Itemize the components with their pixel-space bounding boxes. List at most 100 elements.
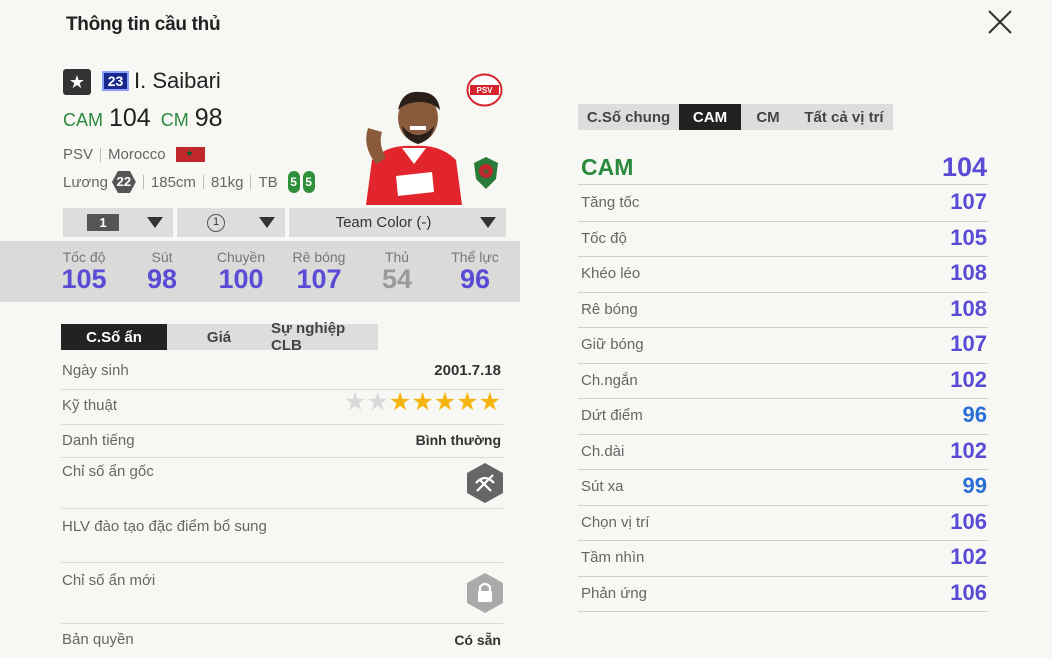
position-rating-row: CAM 104 — [578, 150, 988, 185]
stat-physical: Thể lực 96 — [451, 249, 499, 294]
grade-value: 1 — [207, 213, 225, 232]
new-traits-row: Chỉ số ẩn mới — [61, 563, 503, 624]
nation-name: Morocco — [108, 146, 166, 163]
player-portrait — [358, 88, 470, 205]
attribute-label: Tăng tốc — [581, 194, 640, 211]
tab-cam[interactable]: CAM — [679, 104, 741, 130]
salary-badge: 22 — [111, 171, 136, 193]
birthday-value: 2001.7.18 — [434, 362, 501, 379]
attribute-row: Sút xa 99 — [578, 470, 988, 506]
star-empty-icon: ★ — [344, 388, 367, 416]
page-title: Thông tin cầu thủ — [66, 14, 221, 35]
stat-pace: Tốc độ 105 — [61, 249, 107, 294]
stat-dribbling: Rê bóng 107 — [292, 249, 346, 294]
star-filled-icon: ★ — [478, 388, 501, 416]
divider — [202, 175, 204, 189]
attribute-label: Sút xa — [581, 478, 624, 495]
attribute-row: Tầm nhìn 102 — [578, 541, 988, 577]
attribute-label: Khéo léo — [581, 265, 641, 282]
tab-general-stats[interactable]: C.Số chung — [578, 104, 679, 130]
weak-foot-icon: 5 — [287, 171, 300, 193]
reputation-label: Danh tiếng — [62, 432, 135, 449]
tab-all-positions[interactable]: Tất cả vị trí — [795, 104, 893, 130]
attribute-row: Dứt điểm 96 — [578, 399, 988, 435]
psv-club-logo-icon: PSV — [466, 73, 503, 107]
attribute-value: 96 — [962, 402, 987, 427]
attribute-value: 108 — [950, 260, 987, 285]
tab-club-career[interactable]: Sự nghiệp CLB — [271, 320, 378, 354]
attribute-value: 102 — [950, 544, 987, 569]
skill-row: Kỹ thuật ★★★★★★★ — [61, 387, 503, 425]
divider — [142, 175, 144, 189]
attribute-value: 106 — [950, 508, 987, 534]
reputation-value: Bình thường — [415, 432, 501, 448]
attribute-row: Phản ứng 106 — [578, 577, 988, 612]
attribute-value: 99 — [962, 473, 987, 498]
position-value: 98 — [194, 104, 223, 132]
attribute-label: Tầm nhìn — [581, 549, 645, 566]
attribute-row: Ch.ngắn 102 — [578, 364, 988, 399]
license-value: Có sẵn — [454, 632, 501, 648]
reputation-row: Danh tiếng Bình thường — [61, 425, 503, 458]
weight: 81kg — [210, 173, 244, 191]
attribute-value: 108 — [950, 295, 987, 321]
position-code: CAM — [63, 110, 103, 130]
club-nation-line: PSV Morocco — [63, 146, 205, 163]
position-tabs: C.Số chung CAM CM Tất cả vị trí — [578, 104, 893, 130]
tab-hidden-stats[interactable]: C.Số ẩn — [61, 324, 167, 350]
star-filled-icon: ★ — [411, 388, 434, 416]
morocco-flag-icon — [175, 147, 205, 162]
attribute-label: Dứt điểm — [581, 407, 643, 424]
summary-stats-bar: Tốc độ 105 Sút 98 Chuyền 100 Rê bóng 107… — [0, 241, 520, 302]
detail-tabs: C.Số ẩn Giá Sự nghiệp CLB — [61, 320, 378, 354]
attribute-value: 106 — [950, 579, 987, 605]
star-filled-icon: ★ — [388, 388, 412, 416]
star-empty-icon: ★ — [366, 388, 389, 416]
license-row: Bản quyền Có sẵn — [61, 624, 503, 658]
attribute-label: Rê bóng — [581, 300, 638, 318]
position-rating-value: 104 — [941, 152, 987, 182]
chevron-down-icon — [480, 217, 496, 228]
new-traits-label: Chỉ số ẩn mới — [62, 572, 156, 589]
stat-passing: Chuyền 100 — [216, 249, 266, 294]
attribute-label: Phản ứng — [581, 584, 647, 602]
position-rating-label: CAM — [581, 154, 634, 180]
attribute-row: Chọn vị trí 106 — [578, 506, 988, 541]
chevron-down-icon — [147, 217, 163, 228]
attribute-row: Ch.dài 102 — [578, 435, 988, 470]
attribute-row: Rê bóng 108 — [578, 293, 988, 328]
upgrade-level-dropdown[interactable]: 1 — [63, 208, 173, 237]
lock-icon — [467, 573, 503, 613]
divider — [100, 147, 102, 162]
club-name: PSV — [63, 146, 94, 163]
height: 185cm — [150, 173, 196, 191]
season-badge: 23 — [102, 71, 129, 91]
close-icon[interactable] — [984, 6, 1016, 38]
player-name: I. Saibari — [134, 68, 221, 93]
attribute-value: 105 — [950, 224, 987, 250]
position-ratings: CAM 104 CM 98 — [63, 104, 227, 133]
team-color-dropdown[interactable]: Team Color (-) — [289, 208, 506, 237]
attribute-row: Khéo léo 108 — [578, 257, 988, 293]
coach-traits-label: HLV đào tạo đặc điểm bổ sung — [62, 518, 267, 535]
attribute-row: Giữ bóng 107 — [578, 328, 988, 364]
svg-text:★: ★ — [482, 167, 489, 176]
attribute-label: Ch.ngắn — [581, 371, 638, 389]
attribute-row: Tốc độ 105 — [578, 222, 988, 257]
player-info-line: Lương 22 185cm 81kg TB 5 5 — [63, 171, 315, 193]
attribute-label: Ch.dài — [581, 442, 625, 460]
attribute-value: 107 — [950, 331, 987, 356]
upgrade-level-value: 1 — [87, 214, 119, 231]
team-color-value: Team Color (-) — [335, 214, 432, 231]
body-type: TB — [258, 173, 278, 191]
license-label: Bản quyền — [62, 631, 134, 648]
grade-dropdown[interactable]: 1 — [177, 208, 285, 237]
attribute-row: Tăng tốc 107 — [578, 186, 988, 222]
original-traits-label: Chỉ số ẩn gốc — [62, 463, 154, 480]
tab-price[interactable]: Giá — [167, 324, 271, 350]
favorite-star-icon[interactable]: ★ — [63, 69, 91, 95]
trait-icon[interactable] — [467, 463, 503, 503]
stat-shooting: Sút 98 — [146, 249, 178, 294]
tab-cm[interactable]: CM — [741, 104, 795, 130]
skill-stars: ★★★★★★★ — [344, 387, 501, 417]
